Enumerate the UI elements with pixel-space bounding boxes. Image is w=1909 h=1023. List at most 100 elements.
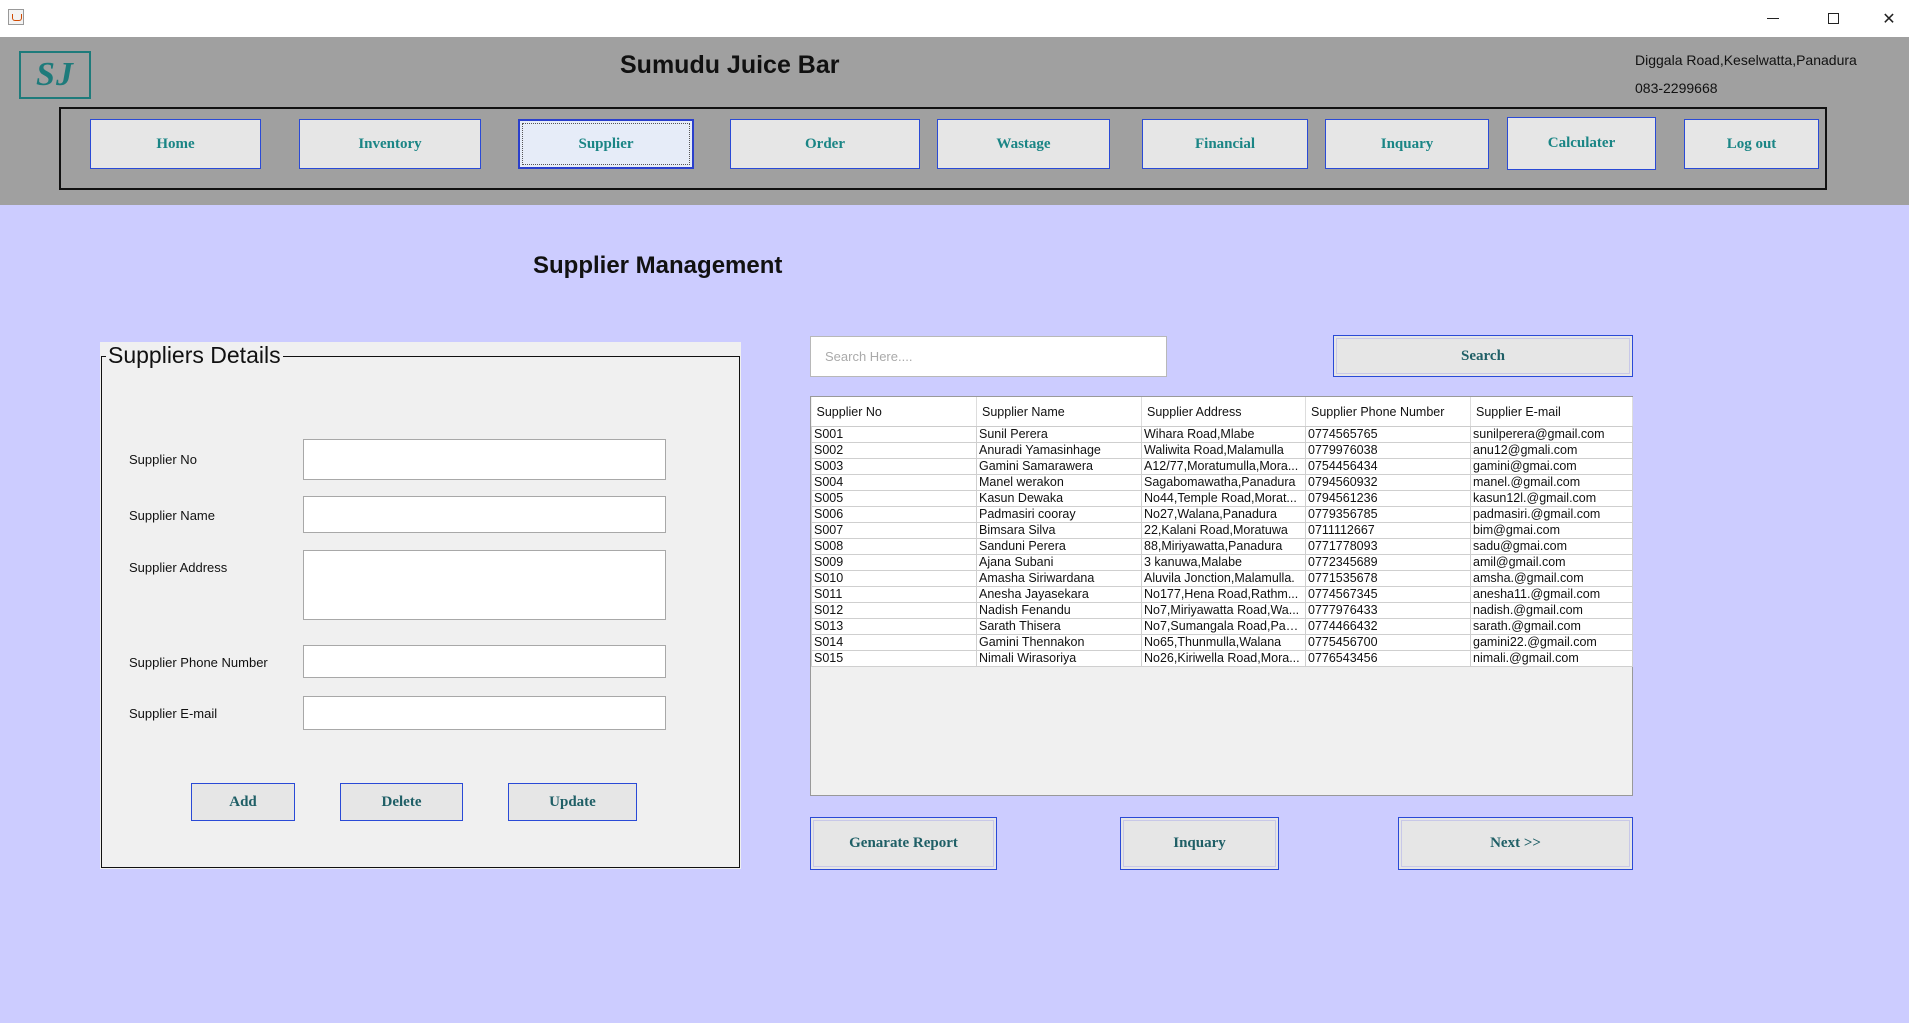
table-cell: amil@gmail.com [1470, 554, 1633, 571]
table-cell: sarath.@gmail.com [1470, 618, 1633, 635]
table-row[interactable]: S006 Padmasiri cooray No27,Walana,Panadura… [811, 506, 1633, 523]
search-button[interactable]: Search [1333, 335, 1633, 377]
table-row[interactable]: S002 Anuradi Yamasinhage Waliwita Road,Mal… [811, 442, 1633, 459]
maximize-icon [1827, 13, 1839, 24]
table-row[interactable]: S003 Gamini Samarawera A12/77,Moratumulla,… [811, 458, 1633, 475]
table-cell: 0711112667 [1305, 522, 1471, 539]
column-header[interactable]: Supplier Phone Number [1305, 397, 1471, 427]
close-icon: ✕ [1882, 9, 1896, 28]
table-cell: Gamini Thennakon [976, 634, 1142, 651]
shop-address: Diggala Road,Keselwatta,Panadura [1635, 52, 1857, 68]
supplier-no-input[interactable] [303, 439, 666, 480]
table-row[interactable]: S012 Nadish Fenandu No7,Miriyawatta Road,W… [811, 602, 1633, 619]
table-cell: 0777976433 [1305, 602, 1471, 619]
table-cell: No7,Sumangala Road,Pan... [1141, 618, 1306, 635]
nav-order-button[interactable]: Order [730, 119, 920, 169]
supplier-table[interactable]: Supplier No Supplier Name Supplier Addre… [810, 396, 1633, 796]
nav-supplier-button[interactable]: Supplier [518, 119, 694, 169]
supplier-name-label: Supplier Name [129, 508, 215, 523]
delete-button[interactable]: Delete [340, 783, 463, 821]
table-row[interactable]: S014 Gamini Thennakon No65,Thunmulla,Walan… [811, 634, 1633, 651]
table-cell: Nimali Wirasoriya [976, 650, 1142, 667]
table-cell: No27,Walana,Panadura [1141, 506, 1306, 523]
table-cell: padmasiri.@gmail.com [1470, 506, 1633, 523]
table-row[interactable]: S008 Sanduni Perera 88,Miriyawatta,Panadur… [811, 538, 1633, 555]
supplier-address-label: Supplier Address [129, 560, 228, 575]
table-cell: nadish.@gmail.com [1470, 602, 1633, 619]
table-cell: S006 [811, 506, 977, 523]
table-cell: gamini@gmai.com [1470, 458, 1633, 475]
table-cell: Manel werakon [976, 474, 1142, 491]
nav-bar: Home Inventory Supplier Order Wastage Fi… [59, 107, 1827, 190]
nav-home-button[interactable]: Home [90, 119, 261, 169]
table-row[interactable]: S010 Amasha Siriwardana Aluvila Jonction,M… [811, 570, 1633, 587]
table-cell: S014 [811, 634, 977, 651]
table-cell: gamini22.@gmail.com [1470, 634, 1633, 651]
supplier-email-label: Supplier E-mail [129, 706, 218, 721]
nav-logout-button[interactable]: Log out [1684, 119, 1819, 169]
nav-financial-button[interactable]: Financial [1142, 119, 1308, 169]
nav-calculater-button[interactable]: Calculater [1507, 117, 1656, 170]
supplier-phone-input[interactable] [303, 645, 666, 678]
table-cell: Anuradi Yamasinhage [976, 442, 1142, 459]
nav-inquary-button[interactable]: Inquary [1325, 119, 1489, 169]
table-cell: Sagabomawatha,Panadura [1141, 474, 1306, 491]
supplier-name-input[interactable] [303, 496, 666, 533]
supplier-details-legend: Suppliers Details [106, 342, 283, 369]
table-row[interactable]: S005 Kasun Dewaka No44,Temple Road,Morat..… [811, 490, 1633, 507]
minimize-button[interactable] [1750, 0, 1796, 37]
table-cell: Sanduni Perera [976, 538, 1142, 555]
table-row[interactable]: S015 Nimali Wirasoriya No26,Kiriwella Road… [811, 650, 1633, 667]
table-cell: nimali.@gmail.com [1470, 650, 1633, 667]
table-row[interactable]: S007 Bimsara Silva 22,Kalani Road,Moratuwa… [811, 522, 1633, 539]
table-cell: S001 [811, 426, 977, 443]
table-row[interactable]: S004 Manel werakon Sagabomawatha,Panadura 0… [811, 474, 1633, 491]
table-cell: Sarath Thisera [976, 618, 1142, 635]
table-cell: S008 [811, 538, 977, 555]
table-cell: 0774565765 [1305, 426, 1471, 443]
table-cell: S013 [811, 618, 977, 635]
table-cell: S002 [811, 442, 977, 459]
supplier-email-input[interactable] [303, 696, 666, 730]
table-cell: No44,Temple Road,Morat... [1141, 490, 1306, 507]
table-cell: Wihara Road,Mlabe [1141, 426, 1306, 443]
table-cell: Anesha Jayasekara [976, 586, 1142, 603]
supplier-details-panel: Suppliers Details Supplier No Supplier N… [100, 342, 741, 869]
app-title: Sumudu Juice Bar [620, 51, 840, 79]
table-cell: Ajana Subani [976, 554, 1142, 571]
table-row[interactable]: S011 Anesha Jayasekara No177,Hena Road,Rat… [811, 586, 1633, 603]
table-row[interactable]: S001 Sunil Perera Wihara Road,Mlabe 0774565… [811, 426, 1633, 443]
column-header[interactable]: Supplier No [811, 397, 977, 427]
table-cell: 0774466432 [1305, 618, 1471, 635]
add-button[interactable]: Add [191, 783, 295, 821]
table-cell: 0775456700 [1305, 634, 1471, 651]
table-cell: amsha.@gmail.com [1470, 570, 1633, 587]
table-cell: No26,Kiriwella Road,Mora... [1141, 650, 1306, 667]
column-header[interactable]: Supplier Address [1141, 397, 1306, 427]
column-header[interactable]: Supplier Name [976, 397, 1142, 427]
maximize-button[interactable] [1810, 0, 1856, 37]
next-button[interactable]: Next >> [1398, 817, 1633, 870]
supplier-phone-label: Supplier Phone Number [129, 655, 268, 670]
table-cell: 0779976038 [1305, 442, 1471, 459]
search-input[interactable]: Search Here.... [810, 336, 1167, 377]
table-cell: Padmasiri cooray [976, 506, 1142, 523]
close-button[interactable]: ✕ [1866, 0, 1909, 37]
table-cell: 0771778093 [1305, 538, 1471, 555]
nav-inventory-button[interactable]: Inventory [299, 119, 481, 169]
inquiry-button[interactable]: Inquary [1120, 817, 1279, 870]
nav-wastage-button[interactable]: Wastage [937, 119, 1110, 169]
table-cell: sunilperera@gmail.com [1470, 426, 1633, 443]
table-cell: Aluvila Jonction,Malamulla. [1141, 570, 1306, 587]
supplier-address-input[interactable] [303, 550, 666, 620]
table-cell: 0774567345 [1305, 586, 1471, 603]
table-cell: Bimsara Silva [976, 522, 1142, 539]
minimize-icon [1767, 18, 1779, 19]
table-row[interactable]: S013 Sarath Thisera No7,Sumangala Road,Pan… [811, 618, 1633, 635]
table-cell: 0771535678 [1305, 570, 1471, 587]
generate-report-button[interactable]: Genarate Report [810, 817, 997, 870]
app-header: SJ Sumudu Juice Bar Diggala Road,Keselwa… [0, 37, 1909, 205]
column-header[interactable]: Supplier E-mail [1470, 397, 1633, 427]
update-button[interactable]: Update [508, 783, 637, 821]
table-row[interactable]: S009 Ajana Subani 3 kanuwa,Malabe 077234568… [811, 554, 1633, 571]
